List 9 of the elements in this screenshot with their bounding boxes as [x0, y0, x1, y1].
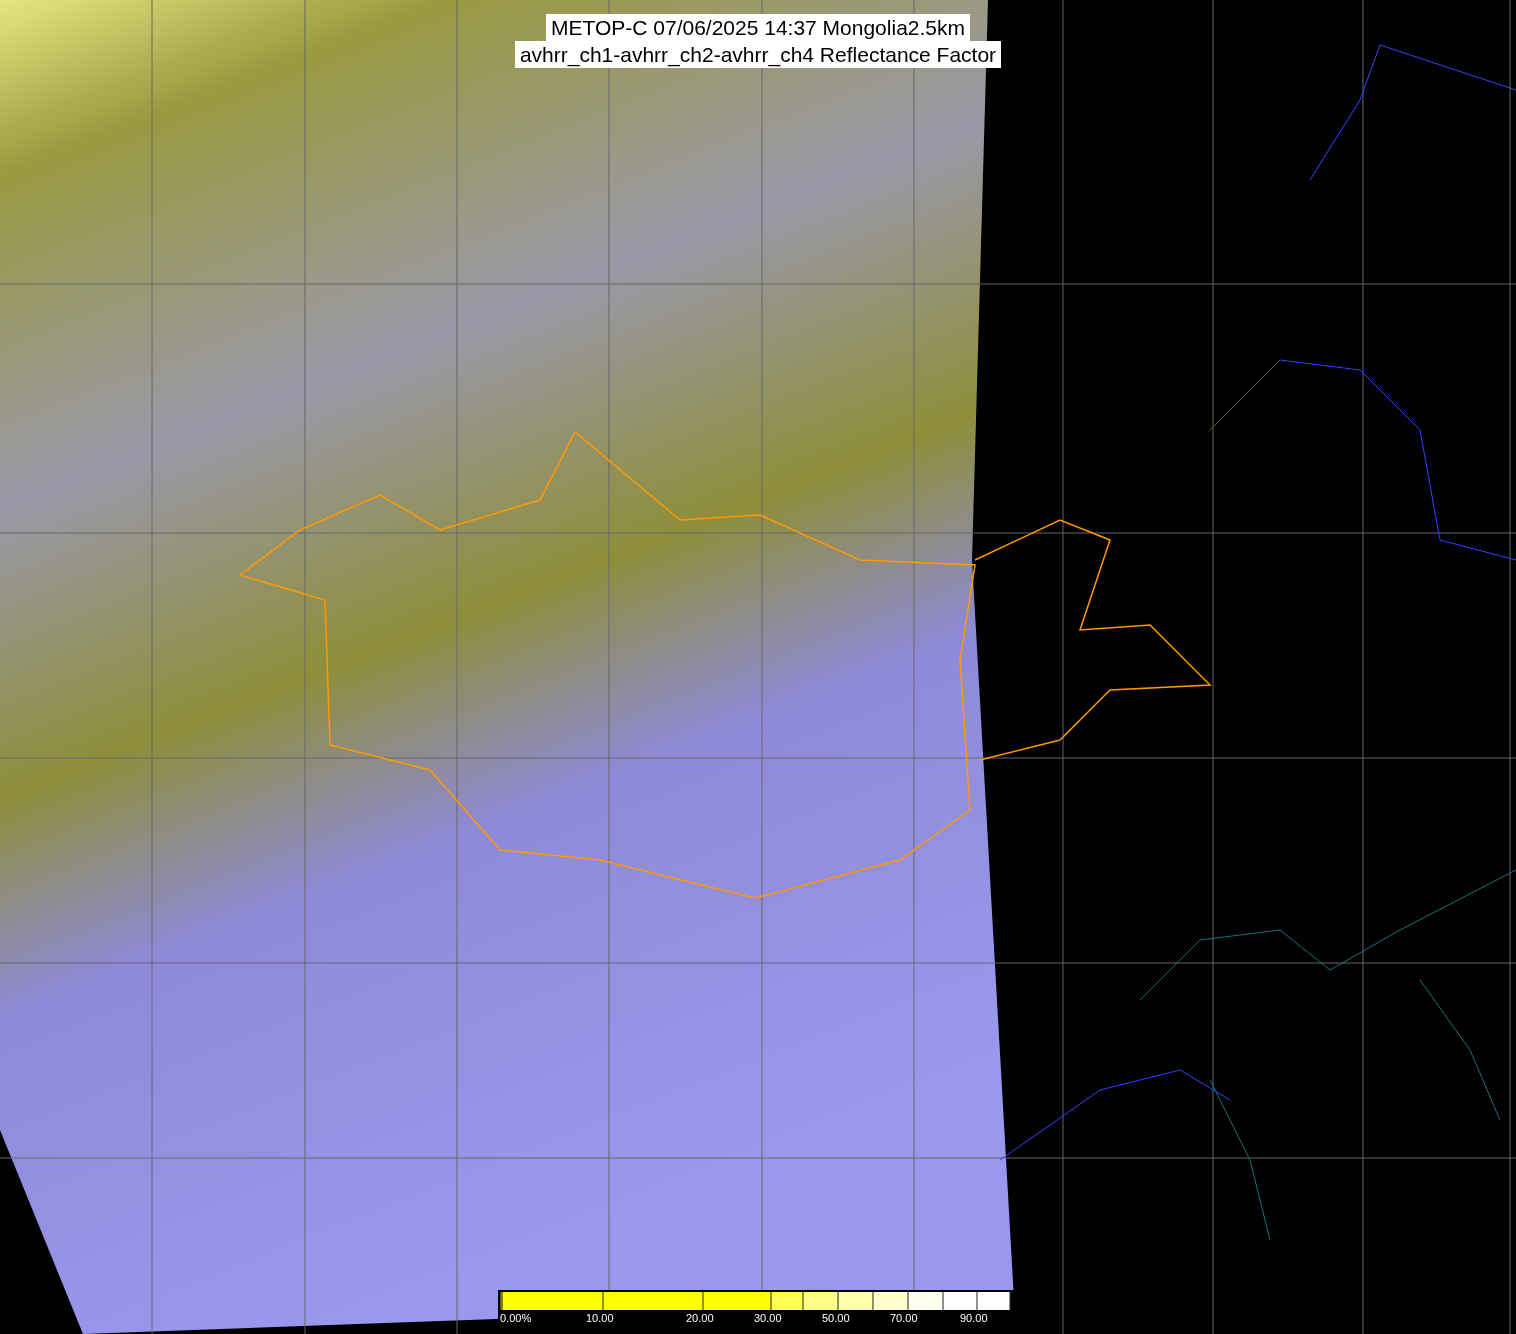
- scale-label: 90.00: [960, 1312, 988, 1325]
- map-title: avhrr_ch1-avhrr_ch2-avhrr_ch4 Reflectance Factor: [514, 41, 1002, 68]
- scale-label: 50.00: [822, 1312, 850, 1325]
- scale-label: 30.00: [754, 1312, 782, 1325]
- scale-label: 70.00: [890, 1312, 918, 1325]
- scale-label: 20.00: [686, 1312, 714, 1325]
- map-title: METOP-C 07/06/2025 14:37 Mongolia2.5km: [546, 14, 970, 41]
- scale-label: 10.00: [586, 1312, 614, 1325]
- scale-label: 0.00%: [500, 1312, 532, 1325]
